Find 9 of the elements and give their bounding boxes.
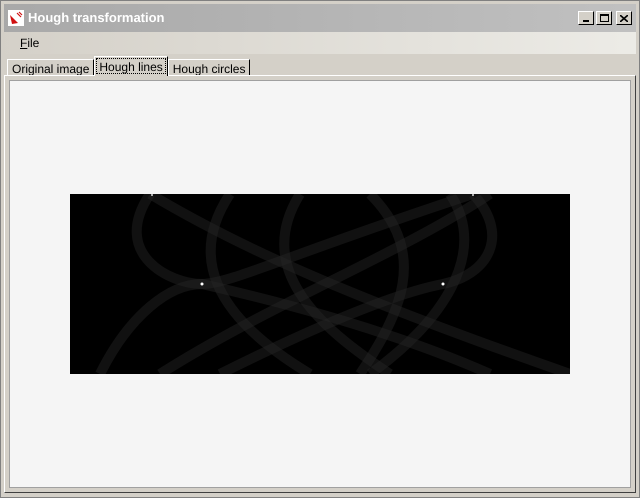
- close-button[interactable]: [616, 11, 632, 25]
- menu-item[interactable]: File: [16, 34, 44, 52]
- tab[interactable]: Hough circles: [168, 59, 250, 76]
- close-icon: [620, 14, 628, 22]
- tab[interactable]: Original image: [7, 59, 94, 76]
- window-title: Hough transformation: [28, 9, 166, 28]
- maximize-button[interactable]: [596, 11, 612, 25]
- minimize-button[interactable]: [578, 11, 594, 25]
- tab[interactable]: Hough lines: [94, 56, 168, 76]
